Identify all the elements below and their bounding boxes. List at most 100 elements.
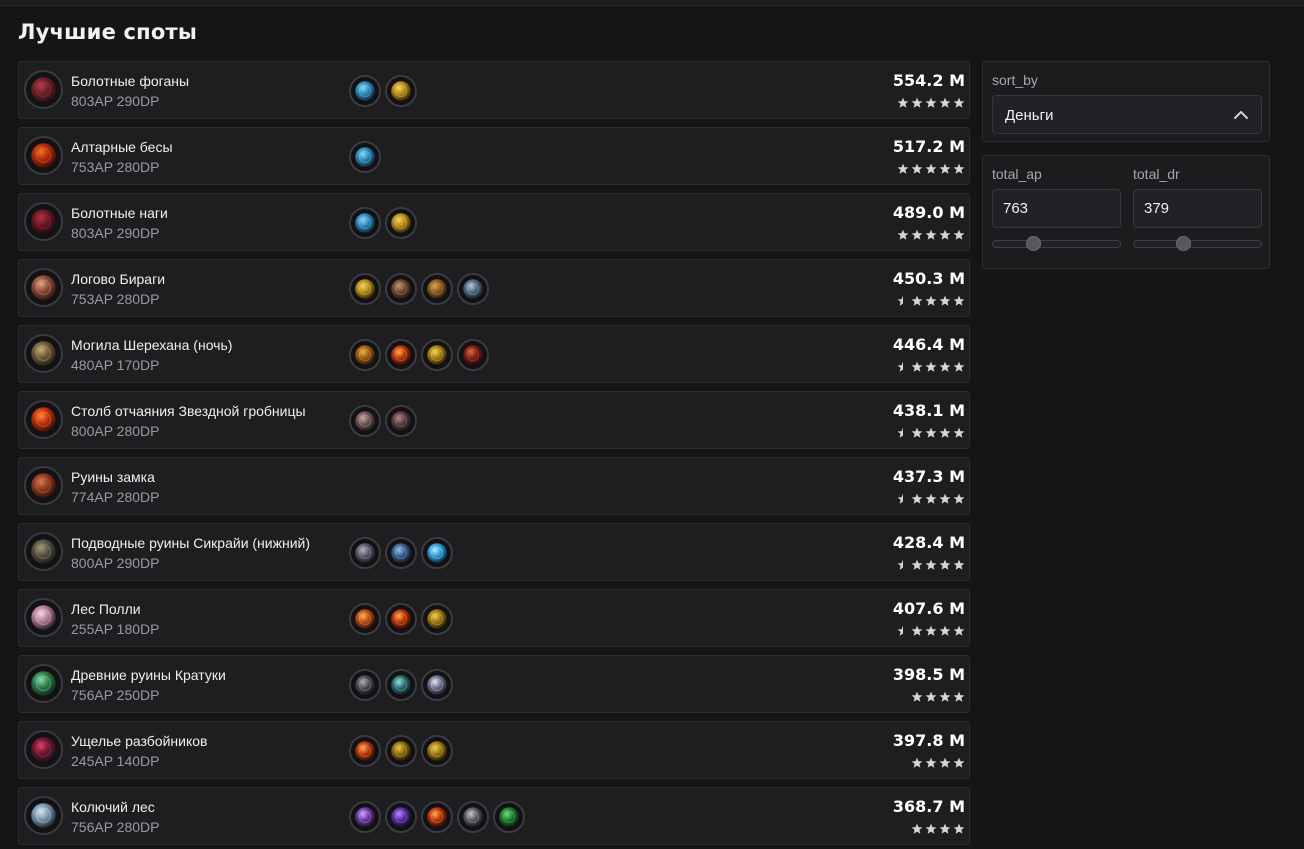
spot-row[interactable]: Столб отчаяния Звездной гробницы 800AP 28… <box>18 391 970 449</box>
star-rating <box>897 229 965 242</box>
spot-row[interactable]: Болотные фоганы 803AP 290DP 554.2 M <box>18 61 970 119</box>
mushroom-icon <box>24 598 63 637</box>
helm-grey-icon[interactable] <box>349 537 381 569</box>
spot-name: Логово Бираги <box>71 271 166 287</box>
gold-ring-icon[interactable] <box>385 735 417 767</box>
spot-row[interactable]: Колючий лес 756AP 280DP 368.7 M <box>18 787 970 845</box>
total-dr-slider-thumb[interactable] <box>1176 236 1191 251</box>
red-orb-icon[interactable] <box>349 735 381 767</box>
star-icon <box>939 427 951 440</box>
spot-row[interactable]: Ущелье разбойников 245AP 140DP 397.8 M <box>18 721 970 779</box>
spot-money: 437.3 M <box>892 467 965 486</box>
pillar-icon <box>24 400 63 439</box>
gold-ornament-icon[interactable] <box>385 75 417 107</box>
fire-jar-icon[interactable] <box>349 603 381 635</box>
star-icon <box>911 229 923 242</box>
silver-key-icon[interactable] <box>457 273 489 305</box>
gold-ornament-icon[interactable] <box>385 207 417 239</box>
star-icon <box>897 229 909 242</box>
red-orb-icon[interactable] <box>385 339 417 371</box>
total-dr-input[interactable] <box>1133 189 1262 228</box>
gold-blade-icon[interactable] <box>421 339 453 371</box>
blue-orb-icon[interactable] <box>421 537 453 569</box>
spot-money: 428.4 M <box>892 533 965 552</box>
spot-stats: 753AP 280DP <box>71 159 160 175</box>
spot-name: Столб отчаяния Звездной гробницы <box>71 403 306 419</box>
stone-shard-icon[interactable] <box>349 405 381 437</box>
sort-by-select[interactable]: Деньги <box>992 95 1262 134</box>
wooden-key-icon[interactable] <box>385 273 417 305</box>
potion-flask-icon[interactable] <box>385 405 417 437</box>
star-icon <box>953 559 965 572</box>
dark-spear-icon[interactable] <box>349 669 381 701</box>
spot-money: 489.0 M <box>892 203 965 222</box>
loot-list <box>349 273 489 305</box>
teal-horn-icon[interactable] <box>385 669 417 701</box>
star-rating <box>897 97 965 110</box>
spot-row[interactable]: Древние руины Кратуки 756AP 250DP 398.5 M <box>18 655 970 713</box>
star-icon <box>953 163 965 176</box>
spot-row[interactable]: Могила Шерехана (ночь) 480AP 170DP 446.4 M <box>18 325 970 383</box>
star-rating <box>897 493 965 506</box>
spot-name: Древние руины Кратуки <box>71 667 226 683</box>
star-icon <box>925 427 937 440</box>
blue-ornament-icon[interactable] <box>349 207 381 239</box>
total-ap-input[interactable] <box>992 189 1121 228</box>
star-icon <box>939 559 951 572</box>
blue-ornament-icon[interactable] <box>349 141 381 173</box>
spot-row[interactable]: Руины замка 774AP 280DP 437.3 M <box>18 457 970 515</box>
purple-helm-icon[interactable] <box>349 801 381 833</box>
spot-row[interactable]: Лес Полли 255AP 180DP 407.6 M <box>18 589 970 647</box>
star-icon <box>939 493 951 506</box>
spot-name: Подводные руины Сикрайи (нижний) <box>71 535 311 551</box>
loot-list <box>349 141 381 173</box>
grey-claw-icon[interactable] <box>457 801 489 833</box>
spot-row[interactable]: Болотные наги 803AP 290DP 489.0 M <box>18 193 970 251</box>
spot-stats: 255AP 180DP <box>71 621 160 637</box>
sort-panel: sort_by Деньги <box>982 61 1270 142</box>
star-icon <box>925 229 937 242</box>
spot-row[interactable]: Алтарные бесы 753AP 280DP 517.2 M <box>18 127 970 185</box>
gold-ornament-icon[interactable] <box>349 273 381 305</box>
spot-row[interactable]: Логово Бираги 753AP 280DP 450.3 M <box>18 259 970 317</box>
star-icon <box>911 493 923 506</box>
gold-emblem-icon[interactable] <box>421 735 453 767</box>
kratuga-icon <box>24 664 63 703</box>
loot-list <box>349 801 525 833</box>
star-icon <box>925 361 937 374</box>
spot-name: Могила Шерехана (ночь) <box>71 337 233 353</box>
white-orb-icon[interactable] <box>421 669 453 701</box>
purple-crystal-icon[interactable] <box>385 801 417 833</box>
star-icon <box>925 559 937 572</box>
spot-row[interactable]: Подводные руины Сикрайи (нижний) 800AP 29… <box>18 523 970 581</box>
spot-money: 446.4 M <box>892 335 965 354</box>
star-icon <box>897 163 909 176</box>
star-icon <box>939 361 951 374</box>
total-dr-slider[interactable] <box>1133 236 1262 251</box>
red-orb-icon[interactable] <box>385 603 417 635</box>
green-leaf-icon[interactable] <box>493 801 525 833</box>
blue-crystal-icon[interactable] <box>385 537 417 569</box>
star-icon <box>939 757 951 770</box>
spot-name: Колючий лес <box>71 799 155 815</box>
red-orb-icon[interactable] <box>421 801 453 833</box>
spot-stats: 803AP 290DP <box>71 93 160 109</box>
gold-emblem-icon[interactable] <box>421 603 453 635</box>
blue-ornament-icon[interactable] <box>349 75 381 107</box>
total-ap-slider[interactable] <box>992 236 1121 251</box>
total-ap-slider-thumb[interactable] <box>1026 236 1041 251</box>
gold-box-icon[interactable] <box>349 339 381 371</box>
star-icon <box>953 823 965 836</box>
red-scroll-icon[interactable] <box>457 339 489 371</box>
bronze-key-icon[interactable] <box>421 273 453 305</box>
star-rating <box>897 427 965 440</box>
spot-stats: 774AP 280DP <box>71 489 160 505</box>
star-icon <box>911 823 923 836</box>
spot-name: Алтарные бесы <box>71 139 173 155</box>
loot-list <box>349 75 417 107</box>
spot-name: Болотные наги <box>71 205 168 221</box>
loot-list <box>349 603 453 635</box>
total-dr-label: total_dr <box>1133 166 1180 182</box>
spot-stats: 753AP 280DP <box>71 291 160 307</box>
fogan-icon <box>24 70 63 109</box>
